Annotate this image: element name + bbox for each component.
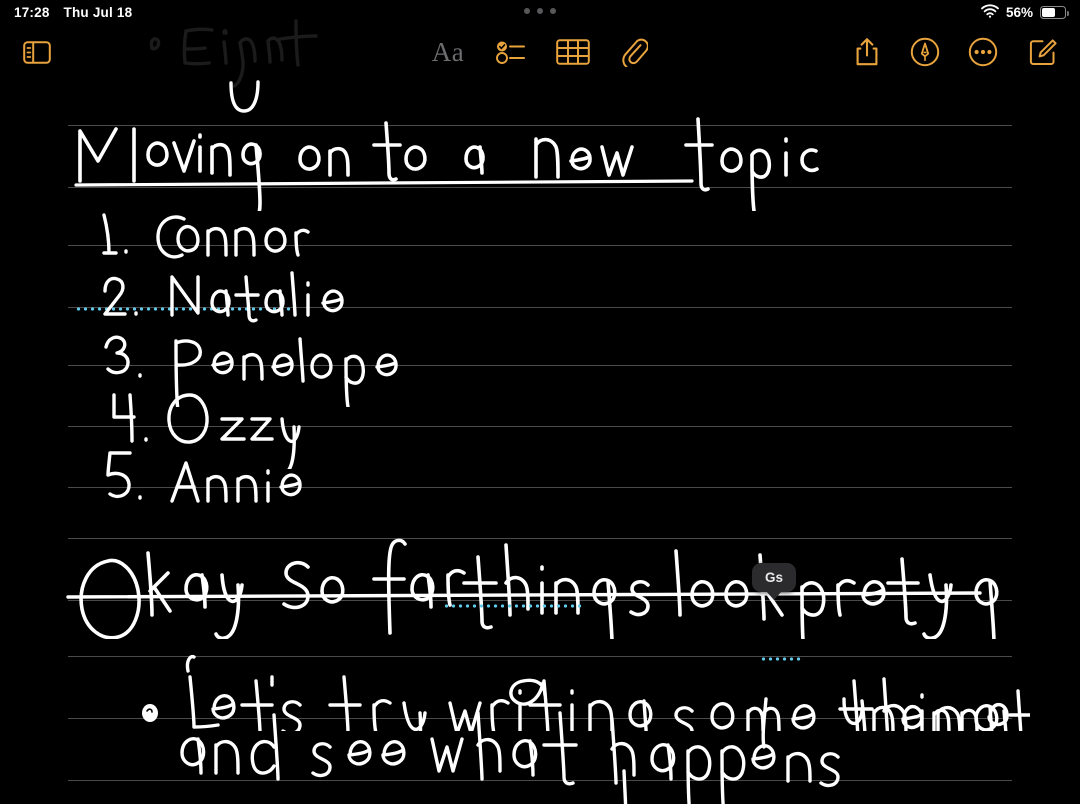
more-ellipsis-icon[interactable]	[961, 30, 1005, 74]
notes-app-window: 17:28 Thu Jul 18 56% Aa Gs	[0, 0, 1080, 804]
checklist-icon[interactable]	[489, 30, 533, 74]
note-canvas[interactable]: Gs	[0, 19, 1080, 804]
multitask-dot	[524, 8, 530, 14]
note-bullet-line-2	[0, 689, 1010, 804]
multitasking-dots-icon[interactable]	[524, 8, 556, 14]
battery-percentage: 56%	[1005, 5, 1033, 20]
handwriting-recognition-underline	[443, 604, 585, 608]
share-icon[interactable]	[845, 30, 889, 74]
multitask-dot	[537, 8, 543, 14]
battery-icon	[1040, 6, 1069, 19]
format-aa-label: Aa	[431, 36, 465, 67]
handwriting-suggestion-tooltip[interactable]: Gs	[752, 563, 797, 592]
list-item	[0, 439, 400, 533]
compose-new-note-icon[interactable]	[1021, 30, 1065, 74]
status-bar-left: 17:28 Thu Jul 18	[14, 5, 132, 20]
status-date: Thu Jul 18	[63, 5, 133, 20]
multitask-dot	[550, 8, 556, 14]
handwriting-recognition-underline	[760, 657, 804, 661]
table-icon[interactable]	[551, 30, 595, 74]
status-bar-right: 56%	[981, 4, 1069, 21]
markup-pen-icon[interactable]	[903, 30, 947, 74]
wifi-icon	[981, 4, 999, 21]
paperclip-icon[interactable]	[613, 30, 657, 74]
tooltip-label: Gs	[765, 570, 784, 585]
format-text-button[interactable]: Aa	[426, 30, 470, 74]
note-heading	[0, 81, 1010, 228]
status-time: 17:28	[14, 5, 50, 20]
sidebar-toggle-icon[interactable]	[15, 30, 59, 74]
battery-fill	[1042, 8, 1056, 17]
